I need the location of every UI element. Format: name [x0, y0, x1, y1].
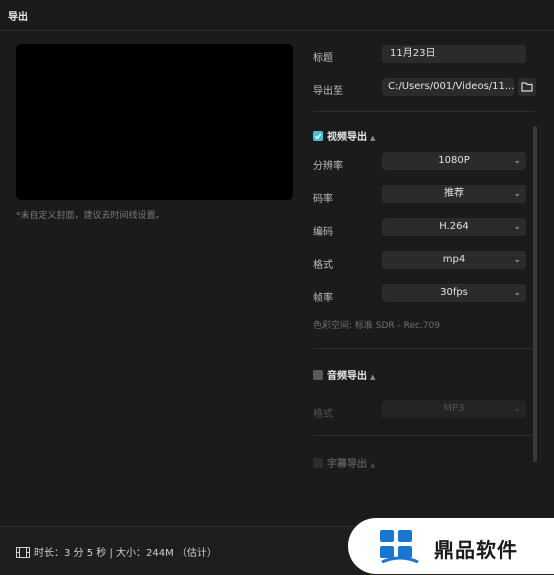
collapse-caret-icon[interactable]: ▲ — [370, 134, 375, 142]
codec-value: H.264 — [439, 221, 469, 232]
folder-icon — [521, 82, 533, 92]
subtitle-export-section[interactable]: 字幕导出 ▲ — [313, 455, 375, 470]
collapse-caret-icon[interactable]: ▲ — [370, 373, 375, 381]
codec-select[interactable]: H.264 ⌄ — [382, 218, 526, 236]
title-value: 11月23日 — [390, 48, 436, 59]
audio-format-select[interactable]: MP3 ⌄ — [382, 400, 526, 418]
title-input[interactable]: 11月23日 — [382, 45, 526, 63]
format-value: mp4 — [442, 254, 466, 265]
title-bar: 导出 — [0, 0, 554, 31]
resolution-value: 1080P — [438, 155, 470, 166]
bitrate-select[interactable]: 推荐 ⌄ — [382, 185, 526, 203]
framerate-label: 帧率 — [313, 293, 333, 304]
framerate-value: 30fps — [440, 287, 468, 298]
watermark-logo-icon — [380, 530, 419, 564]
format-select[interactable]: mp4 ⌄ — [382, 251, 526, 269]
chevron-down-icon: ⌄ — [513, 222, 521, 232]
video-export-label: 视频导出 — [327, 132, 367, 143]
bitrate-label: 码率 — [313, 194, 333, 205]
title-label: 标题 — [313, 53, 333, 64]
export-path-input[interactable]: C:/Users/001/Videos/11... — [382, 78, 514, 96]
collapse-caret-icon[interactable]: ▲ — [370, 461, 375, 469]
codec-label: 编码 — [313, 227, 333, 238]
color-space-info: 色彩空间: 标准 SDR - Rec.709 — [313, 321, 440, 331]
browse-folder-button[interactable] — [518, 78, 536, 96]
scrollbar[interactable] — [533, 126, 537, 462]
audio-format-label: 格式 — [313, 409, 333, 420]
chevron-down-icon: ⌄ — [513, 288, 521, 298]
divider — [313, 435, 535, 436]
export-info: 时长：3 分 5 秒 | 大小：244M （估计） — [16, 544, 217, 559]
watermark-text: 鼎品软件 — [434, 538, 518, 562]
window-title: 导出 — [8, 12, 28, 23]
watermark: 鼎品软件 — [348, 518, 554, 574]
framerate-select[interactable]: 30fps ⌄ — [382, 284, 526, 302]
divider — [313, 111, 535, 112]
video-preview — [16, 44, 293, 200]
resolution-select[interactable]: 1080P ⌄ — [382, 152, 526, 170]
audio-export-section[interactable]: 音频导出 ▲ — [313, 367, 375, 382]
bitrate-value: 推荐 — [444, 188, 464, 199]
film-icon — [16, 547, 30, 558]
cover-hint: *未自定义封面，建议去时间线设置。 — [16, 211, 165, 221]
chevron-down-icon: ⌄ — [513, 156, 521, 166]
audio-format-value: MP3 — [443, 403, 465, 414]
subtitle-export-checkbox[interactable] — [313, 458, 323, 468]
export-to-label: 导出至 — [313, 86, 343, 97]
duration-size-text: 时长：3 分 5 秒 | 大小：244M （估计） — [34, 548, 217, 559]
chevron-down-icon: ⌄ — [513, 189, 521, 199]
divider — [313, 348, 535, 349]
audio-export-checkbox[interactable] — [313, 370, 323, 380]
export-path-value: C:/Users/001/Videos/11... — [388, 81, 514, 92]
check-icon — [314, 133, 322, 140]
video-export-section[interactable]: 视频导出 ▲ — [313, 128, 375, 143]
chevron-down-icon: ⌄ — [513, 404, 521, 414]
format-label: 格式 — [313, 260, 333, 271]
video-export-checkbox[interactable] — [313, 131, 323, 141]
chevron-down-icon: ⌄ — [513, 255, 521, 265]
resolution-label: 分辨率 — [313, 161, 343, 172]
subtitle-export-label: 字幕导出 — [327, 459, 367, 470]
audio-export-label: 音频导出 — [327, 371, 367, 382]
